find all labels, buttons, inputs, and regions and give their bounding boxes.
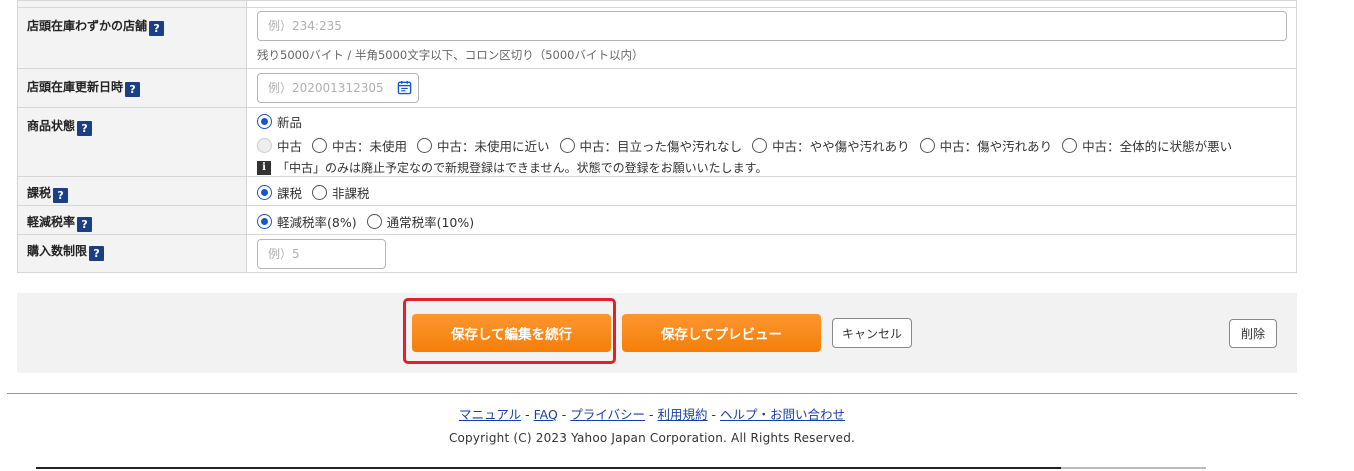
radio-icon[interactable] (417, 138, 433, 153)
radio-label: 中古：全体的に状態が悪い (1082, 139, 1233, 154)
footer-link-terms[interactable]: 利用規約 (658, 407, 708, 422)
stock-updated-label: 店頭在庫更新日時 (27, 80, 124, 94)
condition-option-poor[interactable]: 中古：全体的に状態が悪い (1062, 136, 1232, 155)
condition-label: 商品状態 (27, 119, 76, 133)
row-label-tax-rate: 軽減税率? (17, 205, 247, 235)
row-label-condition: 商品状態? (17, 107, 247, 177)
radio-icon[interactable] (312, 138, 328, 153)
radio-label: 新品 (277, 115, 303, 130)
radio-selected-icon[interactable] (257, 185, 272, 200)
condition-option-new[interactable]: 新品 (257, 112, 302, 131)
radio-label: 非課税 (332, 186, 370, 201)
condition-option-unused[interactable]: 中古：未使用 (312, 136, 407, 155)
footer-link-help[interactable]: ヘルプ・お問い合わせ (720, 407, 845, 422)
row-value-condition: 新品 中古 中古：未使用 中古：未使用に近い 中古：目立った傷や汚れなし 中古：… (246, 107, 1297, 177)
radio-selected-icon[interactable] (257, 214, 272, 229)
radio-label: 軽減税率(8%) (277, 215, 357, 230)
help-icon[interactable]: ? (77, 121, 93, 136)
tax-rate-label: 軽減税率 (27, 215, 76, 229)
footer-links: マニュアル - FAQ - プライバシー - 利用規約 - ヘルプ・お問い合わせ (0, 404, 1304, 423)
scrollbar-thumb[interactable] (1061, 467, 1206, 469)
radio-label: 課税 (277, 186, 303, 201)
stock-updated-input[interactable] (257, 73, 419, 103)
footer-link-privacy[interactable]: プライバシー (570, 407, 645, 422)
row-label-tax: 課税? (17, 176, 247, 206)
help-icon[interactable]: ? (77, 217, 93, 232)
action-bar: 保存して編集を続行 保存してプレビュー キャンセル 削除 (17, 293, 1297, 373)
footer-separator: - (649, 407, 654, 422)
radio-disabled-icon (257, 138, 272, 153)
radio-label: 中古：未使用 (332, 139, 408, 154)
radio-icon[interactable] (752, 138, 768, 153)
footer-separator: - (561, 407, 567, 422)
condition-radio-group-1: 新品 (257, 112, 1287, 131)
info-icon: i (257, 160, 271, 175)
row-value-purchase-limit (246, 234, 1297, 273)
condition-option-no-scratches[interactable]: 中古：目立った傷や汚れなし (559, 136, 743, 155)
product-form-table: 店頭在庫わずかの店舗? 残り5000バイト / 半角5000文字以下、コロン区切… (17, 0, 1297, 273)
footer-divider (7, 393, 1297, 394)
condition-option-like-new[interactable]: 中古：未使用に近い (417, 136, 550, 155)
purchase-limit-input[interactable] (257, 239, 386, 269)
row-label-stock-updated: 店頭在庫更新日時? (17, 68, 247, 108)
help-icon[interactable]: ? (125, 82, 141, 97)
radio-icon[interactable] (312, 185, 328, 200)
shop-stock-hint: 残り5000バイト / 半角5000文字以下、コロン区切り（5000バイト以内） (257, 48, 644, 62)
row-value-tax-rate: 軽減税率(8%) 通常税率(10%) (246, 205, 1297, 235)
shop-stock-input[interactable] (257, 11, 1287, 41)
tax-option-nontaxable[interactable]: 非課税 (312, 183, 370, 202)
help-icon[interactable]: ? (149, 21, 165, 36)
tax-radio-group: 課税 非課税 (257, 183, 1287, 202)
radio-icon[interactable] (559, 138, 575, 153)
condition-option-used: 中古 (257, 136, 302, 155)
tax-option-taxable[interactable]: 課税 (257, 183, 302, 202)
cancel-button[interactable]: キャンセル (832, 318, 912, 348)
delete-button[interactable]: 削除 (1229, 319, 1277, 348)
footer-link-faq[interactable]: FAQ (534, 407, 558, 422)
row-label-purchase-limit: 購入数制限? (17, 234, 247, 273)
save-preview-button[interactable]: 保存してプレビュー (622, 314, 821, 352)
help-icon[interactable]: ? (53, 188, 69, 203)
row-value-stock-updated (246, 68, 1297, 108)
tax-rate-radio-group: 軽減税率(8%) 通常税率(10%) (257, 212, 1287, 231)
condition-notice-text: 「中古」のみは廃止予定なので新規登録はできません。状態での登録をお願いいたします… (277, 161, 768, 175)
footer-link-manual[interactable]: マニュアル (459, 407, 521, 422)
tax-rate-option-standard[interactable]: 通常税率(10%) (366, 212, 475, 231)
radio-selected-icon[interactable] (257, 114, 272, 129)
row-label-shop-stock: 店頭在庫わずかの店舗? (17, 7, 247, 69)
condition-radio-group-2: 中古 中古：未使用 中古：未使用に近い 中古：目立った傷や汚れなし 中古：やや傷… (257, 136, 1287, 155)
row-value-tax: 課税 非課税 (246, 176, 1297, 206)
radio-label: 中古：未使用に近い (437, 139, 550, 154)
purchase-limit-label: 購入数制限 (27, 244, 88, 258)
shop-stock-label: 店頭在庫わずかの店舗 (27, 19, 148, 33)
date-picker (257, 73, 419, 103)
tax-rate-option-reduced[interactable]: 軽減税率(8%) (257, 212, 357, 231)
scrollbar-track (36, 467, 1061, 469)
radio-label: 中古：やや傷や汚れあり (772, 139, 910, 154)
condition-option-some-scratches[interactable]: 中古：やや傷や汚れあり (752, 136, 910, 155)
calendar-icon[interactable] (397, 80, 412, 95)
radio-icon[interactable] (1062, 138, 1078, 153)
radio-label: 中古 (277, 139, 303, 154)
help-icon[interactable]: ? (89, 246, 105, 261)
save-continue-button[interactable]: 保存して編集を続行 (412, 314, 611, 352)
tax-label: 課税 (27, 186, 52, 200)
radio-label: 中古：目立った傷や汚れなし (579, 139, 743, 154)
radio-icon[interactable] (366, 214, 382, 229)
label-cell-top (17, 0, 247, 8)
footer-separator: - (525, 407, 530, 422)
condition-notice: i 「中古」のみは廃止予定なので新規登録はできません。状態での登録をお願いいたし… (257, 159, 1287, 176)
value-cell-top (246, 0, 1297, 8)
condition-option-scratches[interactable]: 中古：傷や汚れあり (919, 136, 1053, 155)
radio-icon[interactable] (919, 138, 935, 153)
row-value-shop-stock: 残り5000バイト / 半角5000文字以下、コロン区切り（5000バイト以内） (246, 7, 1297, 69)
radio-label: 中古：傷や汚れあり (939, 139, 1053, 154)
footer-separator: - (711, 407, 717, 422)
radio-label: 通常税率(10%) (386, 215, 475, 230)
copyright-text: Copyright (C) 2023 Yahoo Japan Corporati… (448, 431, 856, 445)
